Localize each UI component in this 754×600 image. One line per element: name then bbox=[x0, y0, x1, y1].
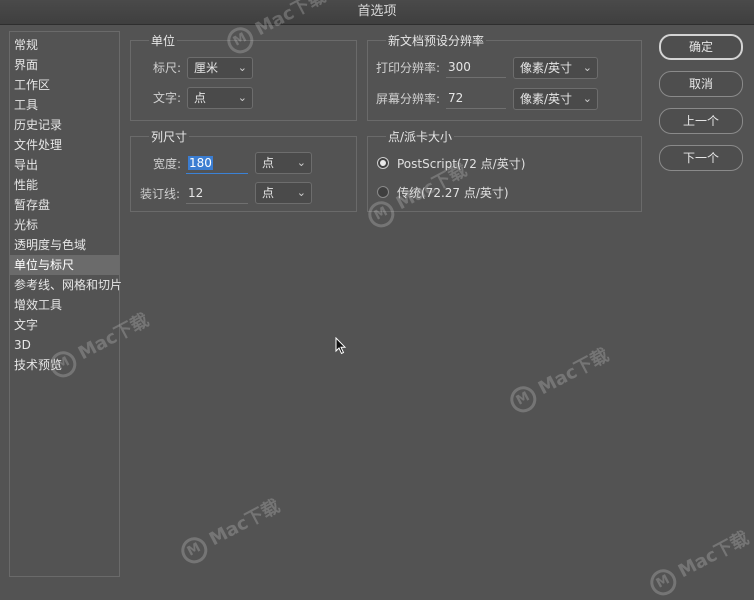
column-size-group: 列尺寸 宽度: 180 点 ⌄ 装订线: 12 点 ⌄ bbox=[130, 128, 357, 212]
ok-button[interactable]: 确定 bbox=[659, 34, 743, 60]
ruler-label: 标尺: bbox=[153, 61, 182, 75]
print-resolution-label: 打印分辨率: bbox=[376, 61, 441, 75]
sidebar-item[interactable]: 暂存盘 bbox=[10, 195, 119, 215]
type-unit-select[interactable]: 点 ⌄ bbox=[187, 87, 253, 109]
sidebar-item[interactable]: 3D bbox=[10, 335, 119, 355]
chevron-down-icon: ⌄ bbox=[237, 91, 247, 104]
sidebar-item[interactable]: 常规 bbox=[10, 35, 119, 55]
column-width-value: 180 bbox=[188, 156, 213, 170]
gutter-input[interactable]: 12 bbox=[186, 184, 248, 204]
gutter-unit-select[interactable]: 点 ⌄ bbox=[255, 182, 312, 204]
gutter-label: 装订线: bbox=[140, 187, 181, 201]
column-width-unit-value: 点 bbox=[262, 156, 275, 170]
type-unit-value: 点 bbox=[194, 91, 207, 105]
previous-button[interactable]: 上一个 bbox=[659, 108, 743, 134]
radio-postscript-label: PostScript(72 点/英寸) bbox=[397, 157, 526, 171]
print-resolution-unit-select[interactable]: 像素/英寸 ⌄ bbox=[513, 57, 598, 79]
sidebar-item[interactable]: 增效工具 bbox=[10, 295, 119, 315]
radio-traditional[interactable]: 传统(72.27 点/英寸) bbox=[377, 183, 577, 203]
sidebar-item[interactable]: 导出 bbox=[10, 155, 119, 175]
resolution-group-title: 新文档预设分辨率 bbox=[386, 32, 487, 49]
point-pica-group: 点/派卡大小 PostScript(72 点/英寸) 传统(72.27 点/英寸… bbox=[367, 128, 642, 212]
units-group-title: 单位 bbox=[149, 32, 178, 49]
screen-resolution-label: 屏幕分辨率: bbox=[376, 92, 441, 106]
ruler-unit-value: 厘米 bbox=[194, 61, 219, 75]
chevron-down-icon: ⌄ bbox=[582, 92, 592, 105]
next-button[interactable]: 下一个 bbox=[659, 145, 743, 171]
column-width-input[interactable]: 180 bbox=[186, 154, 248, 174]
sidebar-item[interactable]: 单位与标尺 bbox=[10, 255, 119, 275]
type-label: 文字: bbox=[153, 91, 182, 105]
sidebar-item[interactable]: 光标 bbox=[10, 215, 119, 235]
sidebar-item[interactable]: 文字 bbox=[10, 315, 119, 335]
radio-unselected-icon bbox=[377, 186, 389, 198]
watermark-logo: M Mac下载 bbox=[176, 492, 285, 568]
sidebar-item[interactable]: 历史记录 bbox=[10, 115, 119, 135]
column-width-unit-select[interactable]: 点 ⌄ bbox=[255, 152, 312, 174]
sidebar-item[interactable]: 工作区 bbox=[10, 75, 119, 95]
watermark-logo: M Mac下载 bbox=[505, 341, 614, 417]
chevron-down-icon: ⌄ bbox=[237, 61, 247, 74]
sidebar-item[interactable]: 性能 bbox=[10, 175, 119, 195]
chevron-down-icon: ⌄ bbox=[296, 186, 306, 199]
ruler-unit-select[interactable]: 厘米 ⌄ bbox=[187, 57, 253, 79]
screen-resolution-unit-value: 像素/英寸 bbox=[520, 92, 573, 106]
screen-resolution-unit-select[interactable]: 像素/英寸 ⌄ bbox=[513, 88, 598, 110]
chevron-down-icon: ⌄ bbox=[296, 156, 306, 169]
cancel-button[interactable]: 取消 bbox=[659, 71, 743, 97]
window-title: 首选项 bbox=[0, 0, 754, 25]
point-pica-group-title: 点/派卡大小 bbox=[386, 128, 455, 145]
units-group: 单位 标尺: 厘米 ⌄ 文字: 点 ⌄ bbox=[130, 32, 357, 121]
sidebar-item[interactable]: 技术预览 bbox=[10, 355, 119, 375]
screen-resolution-input[interactable]: 72 bbox=[446, 89, 506, 109]
radio-traditional-label: 传统(72.27 点/英寸) bbox=[397, 186, 509, 200]
chevron-down-icon: ⌄ bbox=[582, 61, 592, 74]
sidebar-item[interactable]: 参考线、网格和切片 bbox=[10, 275, 122, 295]
print-resolution-input[interactable]: 300 bbox=[446, 58, 506, 78]
sidebar-item[interactable]: 文件处理 bbox=[10, 135, 119, 155]
radio-selected-icon bbox=[377, 157, 389, 169]
sidebar-item[interactable]: 工具 bbox=[10, 95, 119, 115]
column-width-label: 宽度: bbox=[153, 157, 182, 171]
sidebar-item[interactable]: 透明度与色域 bbox=[10, 235, 119, 255]
preferences-sidebar: 常规 界面 工作区 工具 历史记录 文件处理 导出 性能 暂存盘 光标 透明度与色域 单位与标尺 参考线… bbox=[9, 31, 122, 577]
gutter-unit-value: 点 bbox=[262, 186, 275, 200]
print-resolution-unit-value: 像素/英寸 bbox=[520, 61, 573, 75]
sidebar-item[interactable]: 界面 bbox=[10, 55, 119, 75]
radio-postscript[interactable]: PostScript(72 点/英寸) bbox=[377, 154, 577, 174]
column-size-group-title: 列尺寸 bbox=[149, 128, 190, 145]
resolution-group: 新文档预设分辨率 打印分辨率: 300 像素/英寸 ⌄ 屏幕分辨率: 72 像素… bbox=[367, 32, 642, 121]
mouse-pointer-icon bbox=[335, 337, 347, 355]
